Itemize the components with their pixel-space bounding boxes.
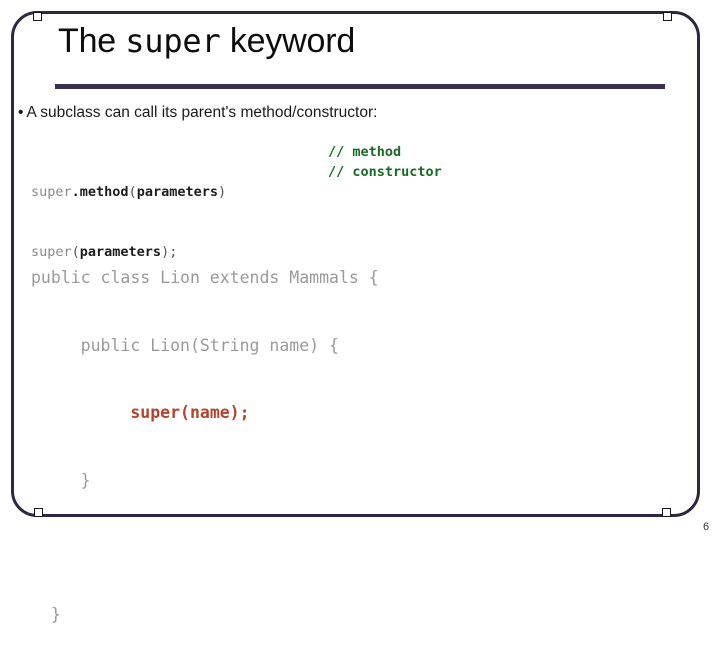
title-prefix: The: [58, 22, 126, 60]
resize-handle-top-right[interactable]: [663, 12, 672, 21]
code-line: }: [31, 605, 61, 624]
resize-handle-top-left[interactable]: [33, 12, 42, 21]
code-line: }: [31, 470, 91, 490]
bullet-text: A subclass can call its parent's method/…: [26, 104, 378, 121]
code-line: super.method(parameters) // method: [31, 144, 401, 202]
title-keyword: super: [125, 22, 221, 60]
close-paren: ): [217, 184, 227, 200]
code-line: public Lion(String name) {: [31, 335, 339, 355]
resize-handle-bottom-right[interactable]: [662, 508, 671, 517]
method-call: .method: [71, 184, 129, 200]
bullet-item: • A subclass can call its parent's method…: [18, 104, 377, 122]
example-code-block: public class Lion extends Mammals { publ…: [31, 222, 379, 672]
constructor-comment: // constructor: [328, 164, 442, 180]
open-paren: (: [128, 184, 137, 200]
code-line: public class Lion extends Mammals {: [31, 268, 379, 287]
title-divider-rule: [55, 84, 665, 89]
title-divider-rule-tip: [640, 86, 665, 88]
super-keyword: super: [31, 184, 72, 200]
slide-title: The super keyword: [58, 22, 355, 61]
page-number: 6: [703, 521, 710, 533]
code-line: super(name);: [31, 402, 379, 425]
title-suffix: keyword: [220, 22, 356, 60]
method-comment: // method: [328, 144, 402, 160]
super-call-highlight: super(name);: [130, 403, 250, 422]
bullet-marker-icon: •: [18, 104, 24, 121]
parameters-token: parameters: [136, 184, 218, 200]
slide-canvas: The super keyword • A subclass can call i…: [0, 0, 720, 624]
